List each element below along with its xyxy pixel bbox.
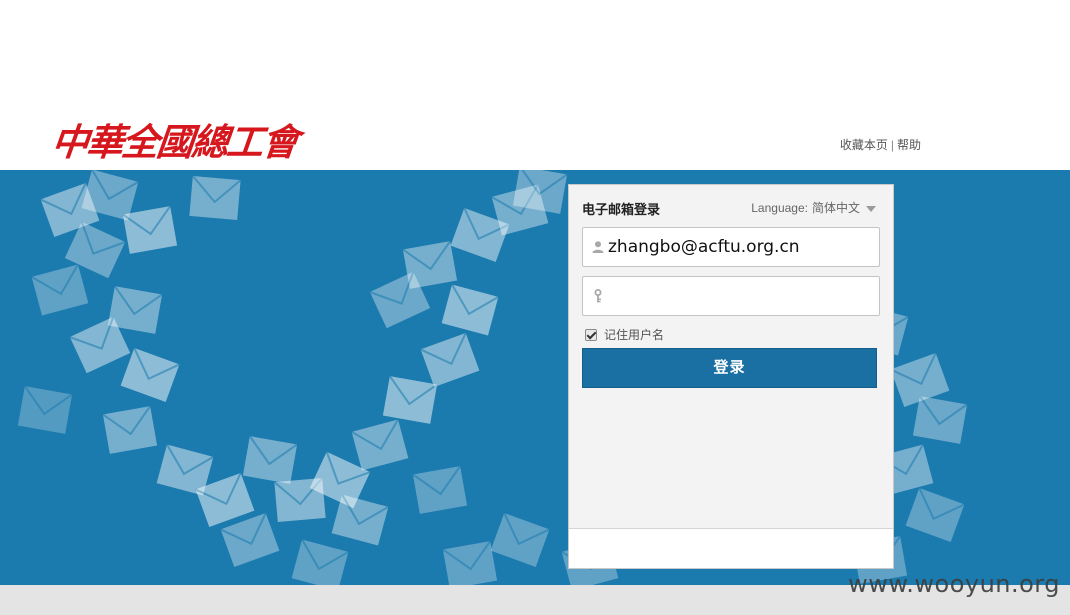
envelope-icon [489,511,551,569]
password-field[interactable] [582,276,880,316]
watermark-text: www.wooyun.org [848,570,1060,598]
link-separator: | [890,138,894,152]
envelope-icon [411,465,469,515]
banner [0,170,1070,585]
envelope-icon [241,435,299,485]
top-links: 收藏本页 | 帮助 [840,136,921,153]
envelope-icon [911,395,969,445]
login-title: 电子邮箱登录 [582,202,661,217]
username-field[interactable] [582,227,880,267]
password-input[interactable] [608,282,870,310]
login-page: 中華全國總工會 收藏本页 | 帮助 www.wooyun.org 电子邮箱登录 La… [0,0,1070,615]
login-button[interactable]: 登录 [582,348,877,388]
remember-username[interactable]: 记住用户名 [585,326,664,343]
envelope-icon [121,205,179,255]
bookmark-link[interactable]: 收藏本页 [840,138,888,152]
envelope-icon [381,375,439,425]
envelope-icon [16,385,74,435]
envelope-icon [440,283,500,337]
envelope-icon [904,486,966,544]
envelope-icon [30,263,90,317]
language-selector[interactable]: Language: 简体中文 [751,199,876,216]
envelope-icon [350,418,410,472]
language-value: 简体中文 [811,201,860,215]
remember-label: 记住用户名 [604,328,665,342]
acftu-logo: 中華全國總工會 [49,120,299,164]
user-icon [592,241,604,253]
language-label: Language: [751,201,808,215]
envelope-icon [290,538,350,585]
envelope-swirl-background [16,170,969,585]
remember-checkbox[interactable] [585,328,597,341]
panel-footer [569,528,893,568]
username-input[interactable] [608,233,870,261]
envelope-icon [330,493,390,547]
login-panel: 电子邮箱登录 Language:简体中文 记住用户名 登录 [568,184,894,569]
chevron-down-icon [866,205,876,212]
envelope-icon [419,331,481,389]
header: 中華全國總工會 收藏本页 | 帮助 [0,0,1070,170]
envelope-icon [219,511,281,569]
envelope-icon [101,405,159,455]
envelope-icon [441,540,499,585]
envelope-icon [119,346,181,404]
help-link[interactable]: 帮助 [897,138,921,152]
envelope-icon [188,174,242,222]
key-icon [594,289,602,303]
